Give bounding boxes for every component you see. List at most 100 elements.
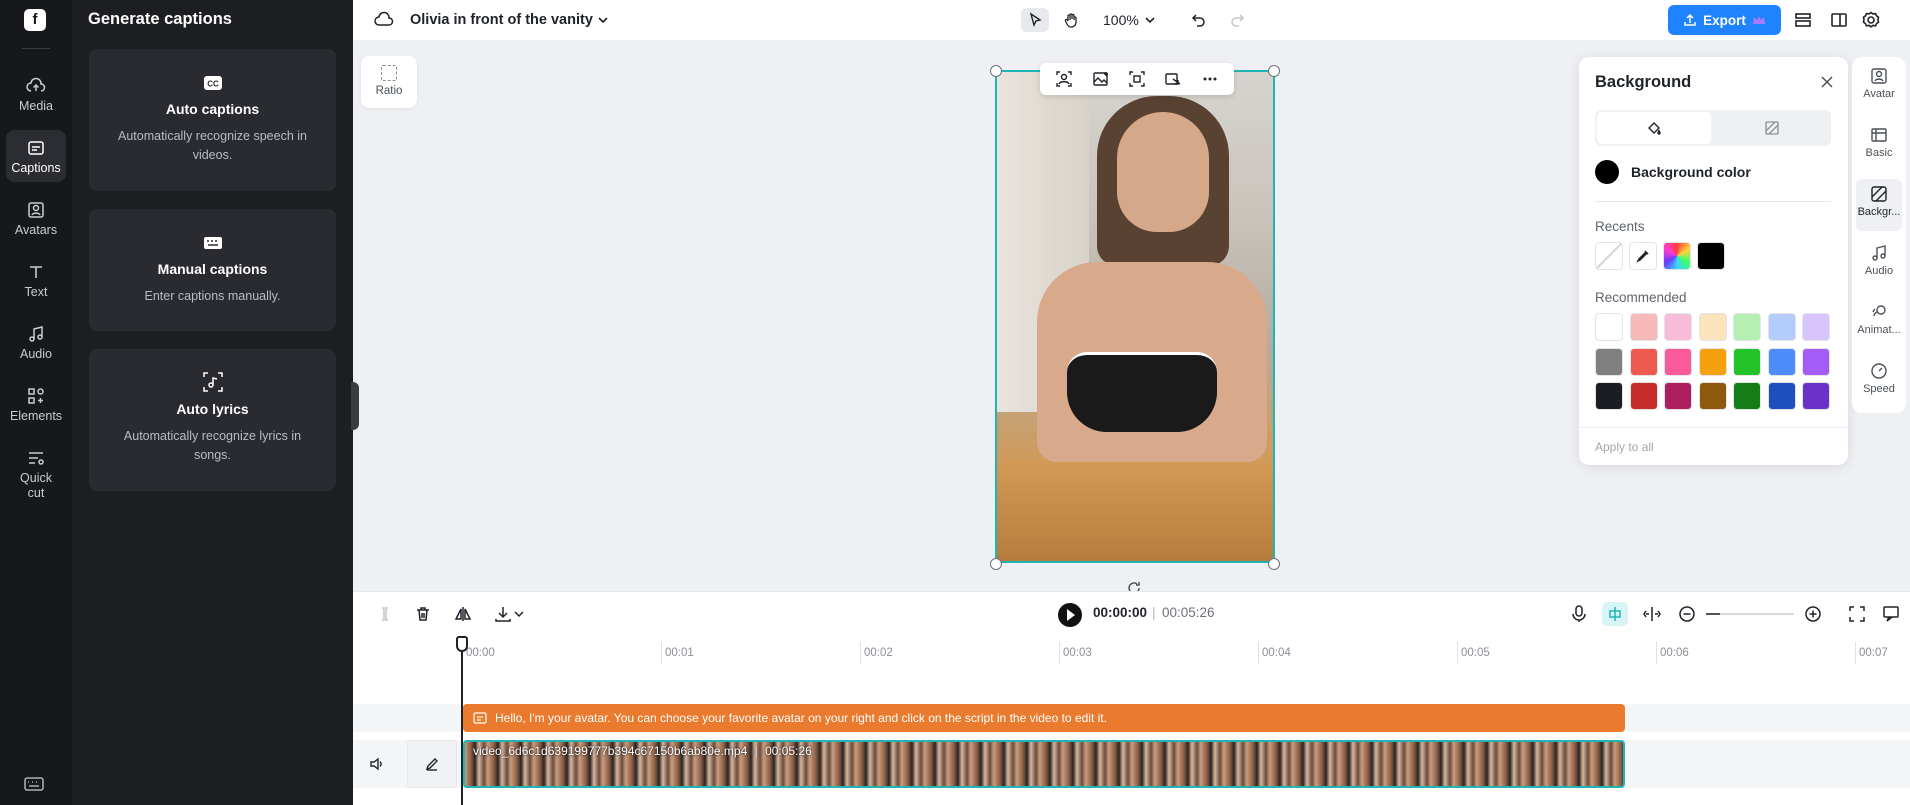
recommended-swatch[interactable] — [1733, 347, 1761, 376]
rail-item-basic[interactable]: Basic — [1856, 120, 1902, 172]
split-clip-icon[interactable] — [1642, 604, 1662, 624]
nav-item-media[interactable]: Media — [6, 68, 66, 120]
feedback-icon[interactable] — [1881, 604, 1901, 624]
rail-item-avatar[interactable]: Avatar — [1856, 61, 1902, 113]
app-logo[interactable]: f — [24, 9, 46, 31]
chevron-down-icon[interactable] — [513, 604, 525, 624]
resize-handle-top-left[interactable] — [990, 65, 1002, 77]
redo-button[interactable] — [1225, 8, 1249, 32]
download-icon[interactable] — [493, 604, 513, 624]
timeline-zoom-slider[interactable] — [1706, 613, 1794, 615]
more-options-icon[interactable] — [1201, 70, 1219, 88]
tab-color-fill[interactable] — [1597, 112, 1711, 144]
recommended-swatch[interactable] — [1767, 347, 1796, 376]
recommended-swatch[interactable] — [1733, 382, 1761, 410]
split-view-icon[interactable] — [1829, 8, 1849, 32]
layers-icon[interactable] — [1793, 8, 1813, 32]
recommended-swatch[interactable] — [1802, 382, 1830, 410]
play-button[interactable] — [1058, 603, 1082, 627]
resize-handle-bottom-left[interactable] — [990, 558, 1002, 570]
nav-item-captions[interactable]: Captions — [6, 130, 66, 182]
auto-lyrics-card[interactable]: Auto lyrics Automatically recognize lyri… — [89, 349, 336, 491]
recommended-swatch[interactable] — [1629, 347, 1658, 376]
rail-item-audio[interactable]: Audio — [1856, 238, 1902, 290]
fullscreen-icon[interactable] — [1847, 604, 1867, 624]
replace-image-icon[interactable] — [1092, 70, 1110, 88]
chevron-down-icon[interactable] — [596, 8, 610, 32]
video-clip[interactable]: video_6d6c1d639199777b394c67150b6ab80e.m… — [463, 740, 1625, 788]
hand-tool-button[interactable] — [1059, 8, 1083, 32]
settings-icon[interactable] — [1861, 8, 1881, 32]
export-button[interactable]: Export — [1668, 5, 1781, 35]
recommended-swatch[interactable] — [1802, 313, 1830, 341]
recommended-swatch[interactable] — [1629, 313, 1658, 341]
nav-item-quick-cut[interactable]: Quick cut — [6, 440, 66, 506]
recommended-swatch[interactable] — [1595, 313, 1623, 341]
microphone-icon[interactable] — [1569, 604, 1589, 624]
recommended-swatch[interactable] — [1595, 347, 1623, 376]
recent-swatch-none[interactable] — [1595, 242, 1623, 270]
recommended-swatch[interactable] — [1698, 347, 1727, 376]
recommended-swatch[interactable] — [1595, 382, 1623, 410]
recommended-swatch[interactable] — [1664, 382, 1692, 410]
resize-handle-top-right[interactable] — [1268, 65, 1280, 77]
current-color-swatch[interactable] — [1595, 160, 1619, 184]
ruler-tick-line — [1457, 642, 1458, 664]
background-type-toggle — [1595, 110, 1831, 146]
flip-icon[interactable] — [453, 604, 473, 624]
preview-face — [1117, 112, 1209, 232]
text-icon — [30, 266, 42, 278]
select-tool-button[interactable] — [1021, 8, 1049, 32]
recommended-swatch[interactable] — [1629, 382, 1658, 410]
undo-button[interactable] — [1187, 8, 1211, 32]
zoom-in-icon[interactable] — [1803, 604, 1823, 624]
recommended-swatch[interactable] — [1664, 313, 1692, 341]
eyedropper-button[interactable] — [1629, 242, 1657, 270]
nav-item-elements[interactable]: Elements — [6, 378, 66, 430]
split-cursor-icon[interactable] — [375, 604, 395, 624]
tab-image-fill[interactable] — [1715, 112, 1829, 144]
project-title[interactable]: Olivia in front of the vanity — [410, 8, 593, 32]
rail-item-background[interactable]: Backgr... — [1856, 179, 1902, 231]
close-icon[interactable] — [1819, 74, 1835, 90]
recent-swatch-black[interactable] — [1697, 242, 1725, 270]
track-volume-button[interactable] — [362, 740, 392, 788]
zoom-level[interactable]: 100% — [1103, 8, 1157, 32]
auto-captions-card[interactable]: CC Auto captions Automatically recognize… — [89, 49, 336, 191]
rail-item-label: Backgr... — [1857, 206, 1901, 218]
delete-icon[interactable] — [413, 604, 433, 624]
recommended-swatch[interactable] — [1698, 313, 1727, 341]
recommended-swatch[interactable] — [1698, 382, 1727, 410]
playhead-handle[interactable] — [456, 636, 468, 652]
recent-swatch-gradient[interactable] — [1663, 242, 1691, 270]
edit-track-button[interactable] — [407, 740, 457, 788]
cc-icon: CC — [203, 76, 222, 90]
apply-to-all-button[interactable]: Apply to all — [1595, 440, 1654, 454]
nav-item-audio[interactable]: Audio — [6, 316, 66, 368]
nav-item-text[interactable]: Text — [6, 254, 66, 306]
nav-item-avatars[interactable]: Avatars — [6, 192, 66, 244]
ratio-button[interactable]: Ratio — [361, 56, 417, 108]
recommended-swatch[interactable] — [1802, 347, 1830, 376]
recommended-swatch[interactable] — [1664, 347, 1692, 376]
rail-item-animation[interactable]: Animat... — [1856, 297, 1902, 349]
manual-captions-card[interactable]: Manual captions Enter captions manually. — [89, 209, 336, 331]
resize-handle-bottom-right[interactable] — [1268, 558, 1280, 570]
text-clip[interactable]: Hello, I'm your avatar. You can choose y… — [463, 704, 1625, 732]
recommended-swatch[interactable] — [1767, 313, 1796, 341]
rail-item-speed[interactable]: Speed — [1856, 356, 1902, 408]
auto-snap-toggle[interactable] — [1602, 602, 1628, 626]
transform-icon[interactable] — [1164, 70, 1182, 88]
svg-text:CC: CC — [207, 80, 219, 89]
recommended-swatch[interactable] — [1733, 313, 1761, 341]
cloud-sync-icon[interactable] — [374, 8, 394, 32]
playhead[interactable] — [461, 640, 463, 805]
keyboard-shortcuts-icon[interactable] — [24, 777, 44, 791]
zoom-out-icon[interactable] — [1677, 604, 1697, 624]
remove-background-icon[interactable] — [1055, 70, 1073, 88]
panel-collapse-handle[interactable] — [351, 382, 359, 430]
background-color-row[interactable]: Background color — [1595, 160, 1751, 184]
video-preview[interactable] — [995, 70, 1275, 563]
crop-icon[interactable] — [1128, 70, 1146, 88]
recommended-swatch[interactable] — [1767, 382, 1796, 410]
